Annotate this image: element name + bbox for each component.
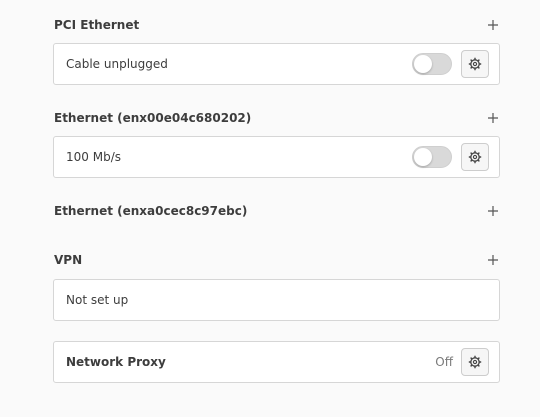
section-header-ethernet-enxa0cec8c97ebc: Ethernet (enxa0cec8c97ebc): [54, 201, 501, 221]
plus-icon: [488, 206, 498, 216]
network-proxy-row[interactable]: Network Proxy Off: [53, 341, 500, 383]
plus-icon: [488, 255, 498, 265]
connection-speed-label: 100 Mb/s: [66, 150, 121, 164]
gear-icon: [468, 150, 482, 164]
vpn-status-label: Not set up: [66, 293, 129, 307]
section-title: Ethernet (enxa0cec8c97ebc): [54, 204, 248, 218]
connection-settings-button[interactable]: [461, 50, 489, 78]
toggle-knob: [414, 148, 432, 166]
section-title: VPN: [54, 253, 83, 267]
add-connection-button[interactable]: [485, 110, 501, 126]
section-header-pci-ethernet: PCI Ethernet: [54, 15, 501, 35]
add-vpn-button[interactable]: [485, 252, 501, 268]
section-header-vpn: VPN: [54, 250, 501, 270]
connection-toggle[interactable]: [412, 53, 452, 75]
network-proxy-label: Network Proxy: [66, 355, 166, 369]
gear-icon: [468, 57, 482, 71]
connection-row-pci-ethernet: Cable unplugged: [53, 43, 500, 85]
section-title: Ethernet (enx00e04c680202): [54, 111, 252, 125]
connection-status-label: Cable unplugged: [66, 57, 168, 71]
vpn-row: Not set up: [53, 279, 500, 321]
add-connection-button[interactable]: [485, 17, 501, 33]
add-connection-button[interactable]: [485, 203, 501, 219]
section-header-ethernet-enx00e04c680202: Ethernet (enx00e04c680202): [54, 108, 501, 128]
proxy-status-text: Off: [435, 355, 453, 369]
section-title: PCI Ethernet: [54, 18, 140, 32]
proxy-settings-button[interactable]: [461, 348, 489, 376]
connection-settings-button[interactable]: [461, 143, 489, 171]
connection-row-ethernet-enx00e04c680202: 100 Mb/s: [53, 136, 500, 178]
plus-icon: [488, 113, 498, 123]
gear-icon: [468, 355, 482, 369]
plus-icon: [488, 20, 498, 30]
connection-toggle[interactable]: [412, 146, 452, 168]
toggle-knob: [414, 55, 432, 73]
